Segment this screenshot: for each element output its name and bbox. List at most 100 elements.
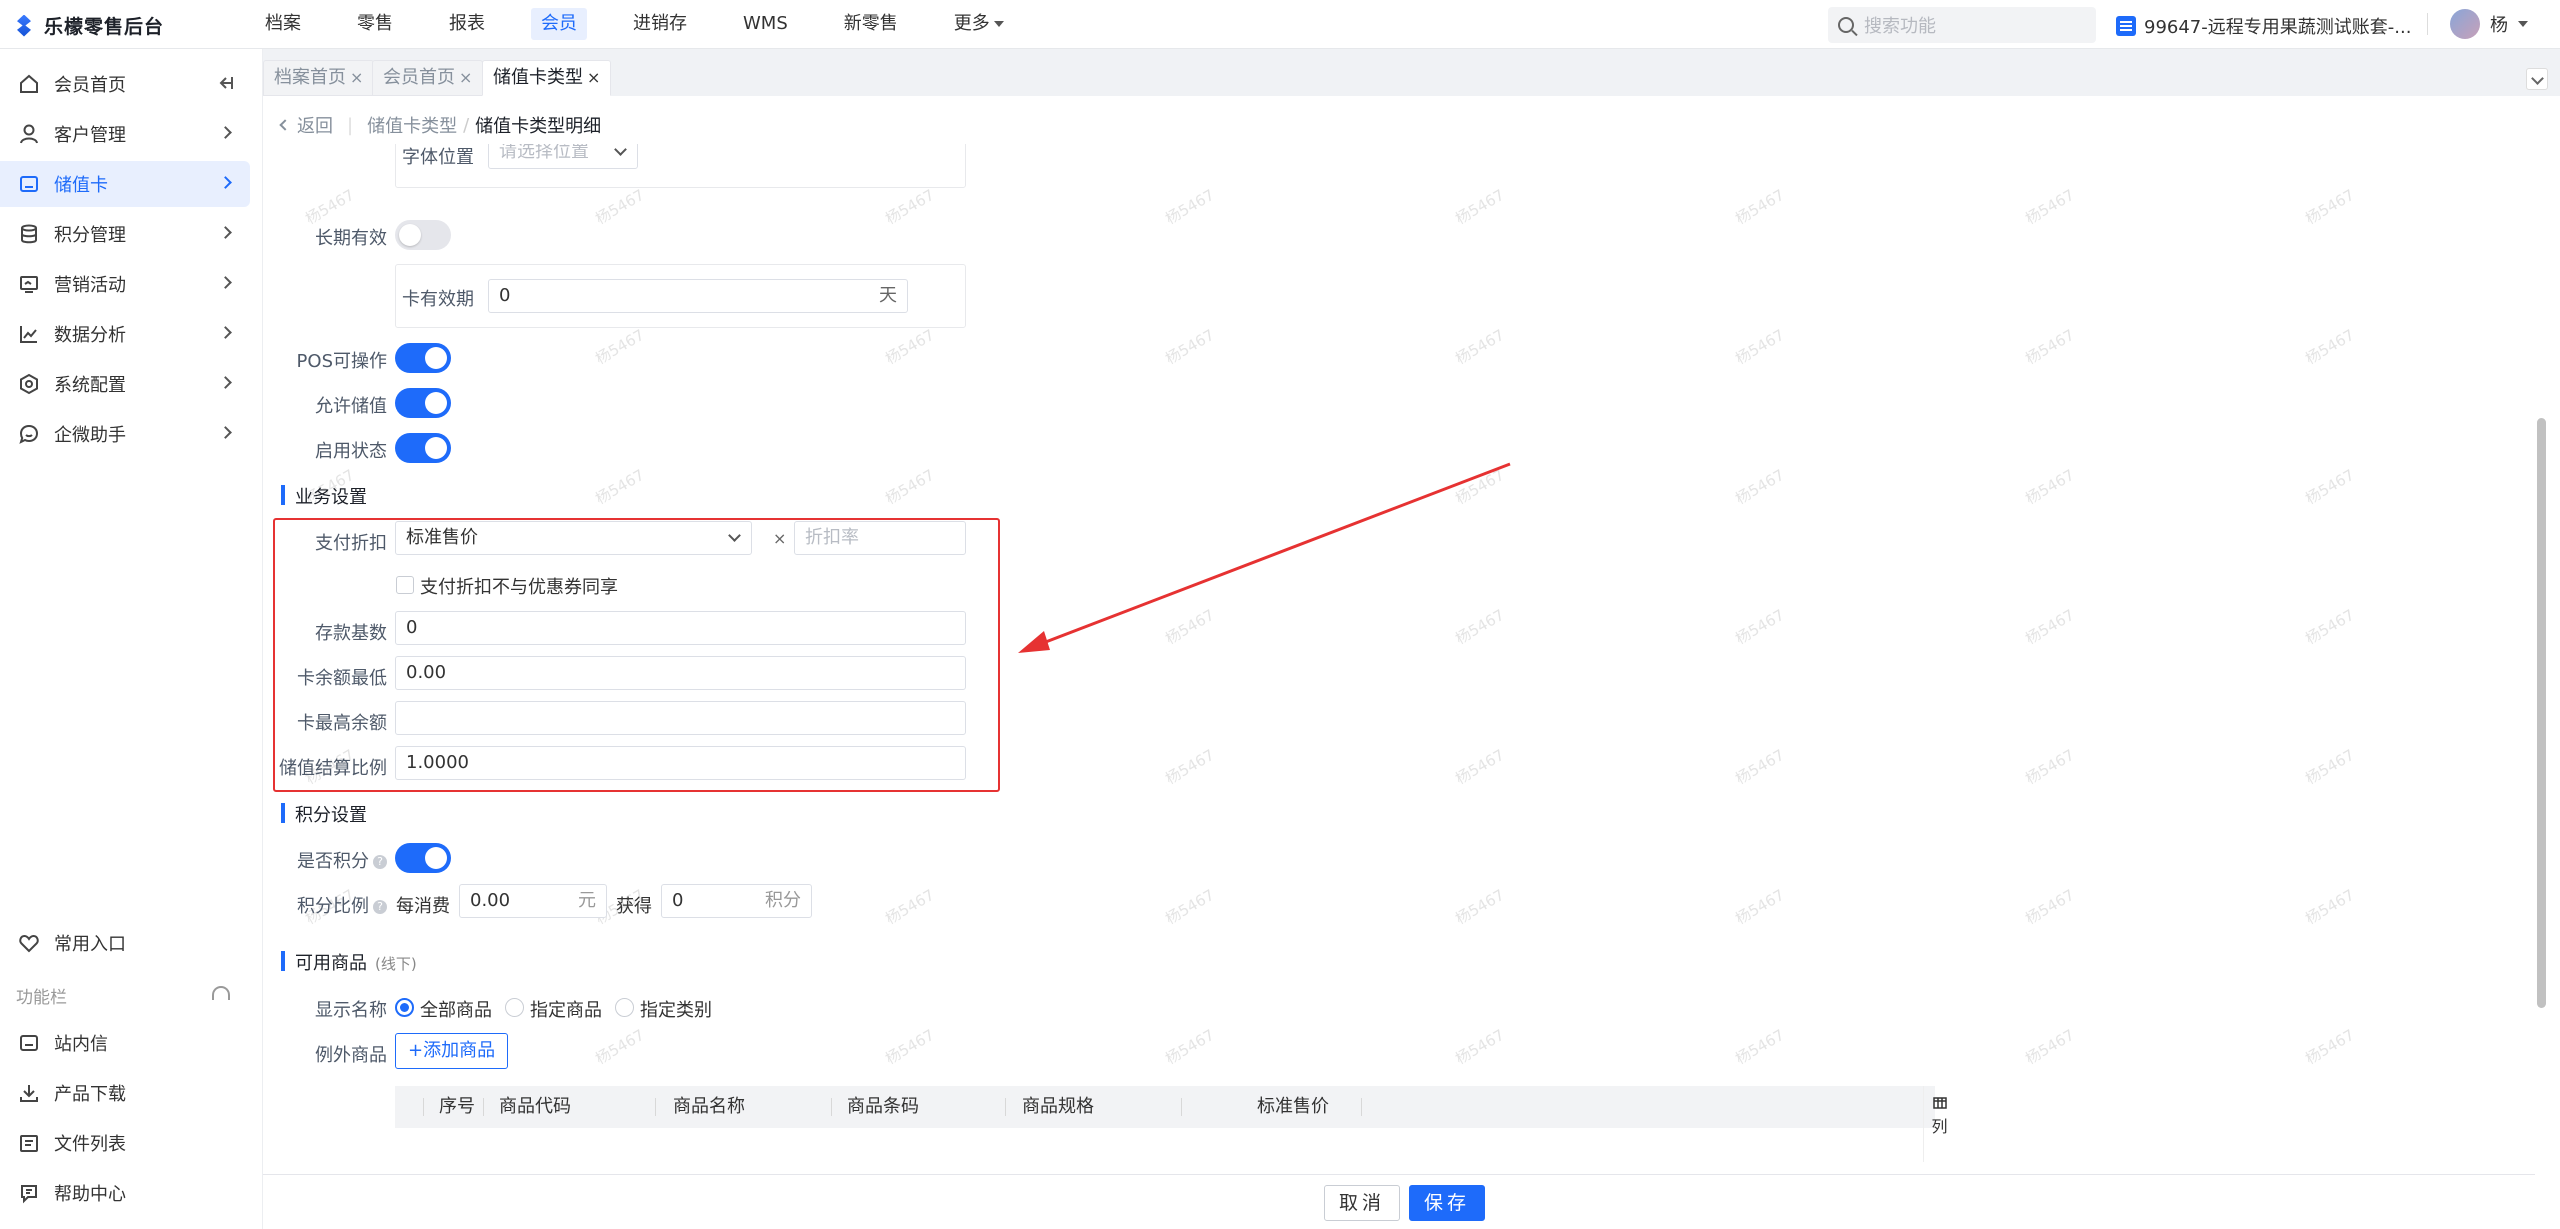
watermark: 杨5467 (2022, 885, 2078, 929)
sidebar-item-points[interactable]: 积分管理 (0, 211, 250, 257)
question-icon[interactable]: ? (373, 900, 387, 914)
watermark: 杨5467 (882, 185, 938, 229)
radio-specific-products[interactable] (505, 998, 524, 1017)
radio-all-products-label[interactable]: 全部商品 (420, 996, 492, 1022)
column-header-standard-price[interactable]: 标准售价 (1257, 1086, 1329, 1128)
watermark: 杨5467 (592, 185, 648, 229)
sidebar-item-wecom-assistant[interactable]: 企微助手 (0, 411, 250, 457)
column-header-index[interactable]: 序号 (439, 1086, 475, 1128)
tab-member-home[interactable]: 会员首页 × (372, 60, 484, 96)
chevron-left-icon (279, 119, 291, 131)
breadcrumb-parent[interactable]: 储值卡类型 (367, 112, 457, 138)
breadcrumb-bar (263, 96, 2535, 144)
chevron-right-icon (219, 176, 232, 189)
sidebar-item-customer[interactable]: 客户管理 (0, 111, 250, 157)
font-position-label: 字体位置 (402, 147, 474, 168)
table-columns-icon (1932, 1097, 1947, 1109)
allow-recharge-toggle[interactable] (395, 388, 451, 418)
sidebar-item-download[interactable]: 产品下载 (0, 1070, 250, 1116)
nav-item-new-retail[interactable]: 新零售 (834, 8, 908, 40)
collapse-sidebar-icon[interactable] (216, 74, 234, 97)
column-settings-button[interactable]: 列 (1923, 1086, 1955, 1162)
points-enabled-label: 是否积分? (273, 847, 387, 873)
headset-icon[interactable] (212, 986, 230, 1000)
nav-item-retail[interactable]: 零售 (347, 8, 403, 40)
chevron-right-icon (219, 376, 232, 389)
user-menu[interactable]: 杨 (2450, 9, 2528, 39)
tab-dropdown-icon[interactable] (2526, 68, 2548, 90)
tab-stored-value-card-type[interactable]: 储值卡类型 × (482, 60, 612, 96)
available-products-title: 可用商品 (线下) (281, 949, 417, 975)
points-amount-input[interactable]: 0 积分 (661, 884, 812, 918)
tab-bar: 档案首页 × 会员首页 × 储值卡类型 × (263, 60, 2560, 96)
app-logo[interactable]: 乐檬零售后台 (14, 12, 164, 39)
radio-specific-products-label[interactable]: 指定商品 (530, 996, 602, 1022)
card-icon (18, 173, 40, 195)
nav-item-wms[interactable]: WMS (733, 8, 798, 40)
column-header-spec[interactable]: 商品规格 (1022, 1086, 1094, 1128)
close-icon[interactable]: × (459, 68, 472, 87)
close-icon[interactable]: × (350, 68, 363, 87)
per-spend-label: 每消费 (396, 896, 450, 917)
watermark: 杨5467 (1452, 885, 1508, 929)
save-button[interactable]: 保存 (1409, 1185, 1485, 1221)
tab-label: 档案首页 (274, 67, 346, 88)
back-link[interactable]: 返回 (297, 112, 333, 138)
nav-item-archive[interactable]: 档案 (255, 8, 311, 40)
sidebar-item-label: 企微助手 (54, 425, 126, 446)
watermark: 杨5467 (1732, 325, 1788, 369)
heart-icon (18, 932, 40, 954)
sidebar-item-label: 会员首页 (54, 75, 126, 96)
sidebar-item-favorites[interactable]: 常用入口 (0, 920, 250, 966)
sidebar-item-member-home[interactable]: 会员首页 (0, 61, 250, 107)
breadcrumb: 返回 | 储值卡类型 / 储值卡类型明细 (279, 112, 601, 138)
tab-archive-home[interactable]: 档案首页 × (263, 60, 375, 96)
search-input[interactable]: 搜索功能 (1828, 7, 2096, 43)
points-enabled-text: 是否积分 (297, 851, 369, 872)
sidebar-item-analytics[interactable]: 数据分析 (0, 311, 250, 357)
radio-specific-category[interactable] (615, 998, 634, 1017)
watermark: 杨5467 (302, 185, 358, 229)
account-switcher[interactable]: 99647-远程专用果蔬测试账套-... (2116, 13, 2411, 39)
cancel-button[interactable]: 取消 (1324, 1185, 1400, 1221)
sidebar-item-marketing[interactable]: 营销活动 (0, 261, 250, 307)
column-divider (1361, 1098, 1362, 1116)
spend-amount-input[interactable]: 0.00 元 (459, 884, 607, 918)
breadcrumb-separator: / (463, 114, 470, 136)
column-divider (423, 1098, 424, 1116)
column-settings-label: 列 (1931, 1117, 1948, 1136)
sidebar-item-stored-value-card[interactable]: 储值卡 (0, 161, 250, 207)
column-header-barcode[interactable]: 商品条码 (847, 1086, 919, 1128)
watermark: 杨5467 (1452, 185, 1508, 229)
nav-item-inventory[interactable]: 进销存 (623, 8, 697, 40)
radio-all-products[interactable] (395, 998, 414, 1017)
column-header-code[interactable]: 商品代码 (499, 1086, 571, 1128)
watermark: 杨5467 (1732, 745, 1788, 789)
sidebar-item-help[interactable]: 帮助中心 (0, 1170, 250, 1216)
watermark: 杨5467 (2302, 185, 2358, 229)
column-header-name[interactable]: 商品名称 (673, 1086, 745, 1128)
pos-operable-toggle[interactable] (395, 343, 451, 373)
nav-item-more[interactable]: 更多 (944, 8, 1014, 40)
function-bar-label: 功能栏 (16, 988, 67, 1008)
scrollbar-thumb[interactable] (2537, 418, 2546, 1008)
question-icon[interactable]: ? (373, 855, 387, 869)
search-placeholder: 搜索功能 (1864, 16, 1936, 37)
nav-item-member[interactable]: 会员 (531, 8, 587, 40)
mail-icon (18, 1032, 40, 1054)
points-enabled-toggle[interactable] (395, 843, 451, 873)
radio-specific-category-label[interactable]: 指定类别 (640, 996, 712, 1022)
sidebar-item-system-config[interactable]: 系统配置 (0, 361, 250, 407)
watermark: 杨5467 (1732, 1025, 1788, 1069)
card-validity-input[interactable]: 0 天 (488, 279, 908, 313)
add-product-button[interactable]: +添加商品 (395, 1033, 509, 1069)
sidebar-item-file-list[interactable]: 文件列表 (0, 1120, 250, 1166)
card-validity-unit: 天 (879, 285, 897, 306)
close-icon[interactable]: × (587, 68, 600, 87)
pos-operable-label: POS可操作 (296, 351, 387, 372)
sidebar-item-inbox[interactable]: 站内信 (0, 1020, 250, 1066)
nav-item-report[interactable]: 报表 (439, 8, 495, 40)
long-valid-toggle[interactable] (395, 220, 451, 250)
enabled-toggle[interactable] (395, 433, 451, 463)
chevron-right-icon (219, 226, 232, 239)
